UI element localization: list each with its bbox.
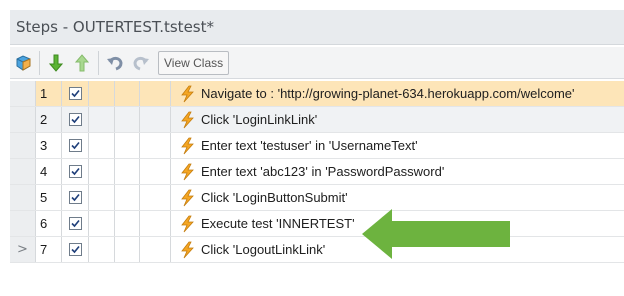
- empty-cell: [140, 159, 171, 184]
- steps-panel: Steps - OUTERTEST.tstest* View Class 1 N…: [0, 0, 624, 296]
- move-down-icon[interactable]: [43, 50, 69, 76]
- step-row[interactable]: 6 Execute test 'INNERTEST': [10, 211, 624, 237]
- step-description: Enter text 'abc123' in 'PasswordPassword…: [201, 164, 445, 179]
- empty-cell: [115, 159, 140, 184]
- step-description: Execute test 'INNERTEST': [201, 216, 355, 231]
- step-enabled-checkbox[interactable]: [68, 139, 82, 152]
- step-row[interactable]: >7 Click 'LogoutLinkLink': [10, 237, 624, 263]
- empty-cell: [115, 211, 140, 236]
- toolbar: View Class: [10, 47, 624, 79]
- step-description-cell[interactable]: Navigate to : 'http://growing-planet-634…: [171, 81, 624, 106]
- step-description-cell[interactable]: Enter text 'abc123' in 'PasswordPassword…: [171, 159, 624, 184]
- step-enabled-checkbox[interactable]: [68, 217, 82, 230]
- row-indicator[interactable]: [10, 159, 36, 184]
- step-enabled-checkbox[interactable]: [68, 113, 82, 126]
- step-number: 6: [36, 211, 62, 236]
- row-indicator[interactable]: [10, 211, 36, 236]
- cube-icon[interactable]: [10, 50, 36, 76]
- view-class-button[interactable]: View Class: [158, 50, 230, 75]
- step-enabled-checkbox[interactable]: [68, 87, 82, 100]
- empty-cell: [89, 185, 115, 210]
- step-description-cell[interactable]: Click 'LoginLinkLink': [171, 107, 624, 132]
- step-row[interactable]: 5 Click 'LoginButtonSubmit': [10, 185, 624, 211]
- empty-cell: [89, 159, 115, 184]
- step-description: Click 'LogoutLinkLink': [201, 242, 326, 257]
- row-indicator[interactable]: [10, 107, 36, 132]
- empty-cell: [89, 237, 115, 262]
- empty-cell: [89, 133, 115, 158]
- step-description-cell[interactable]: Enter text 'testuser' in 'UsernameText': [171, 133, 624, 158]
- step-description: Navigate to : 'http://growing-planet-634…: [201, 86, 575, 101]
- step-number: 4: [36, 159, 62, 184]
- row-indicator[interactable]: [10, 133, 36, 158]
- lightning-icon: [179, 215, 195, 233]
- empty-cell: [115, 133, 140, 158]
- lightning-icon: [179, 241, 195, 259]
- step-enabled-cell[interactable]: [62, 107, 89, 132]
- step-enabled-cell[interactable]: [62, 211, 89, 236]
- empty-cell: [140, 185, 171, 210]
- step-description: Click 'LoginLinkLink': [201, 112, 318, 127]
- empty-cell: [140, 107, 171, 132]
- step-enabled-cell[interactable]: [62, 133, 89, 158]
- row-indicator[interactable]: [10, 185, 36, 210]
- row-indicator[interactable]: [10, 81, 36, 106]
- empty-cell: [89, 211, 115, 236]
- move-up-icon[interactable]: [69, 50, 95, 76]
- empty-cell: [140, 211, 171, 236]
- panel-title: Steps - OUTERTEST.tstest*: [16, 18, 214, 36]
- step-row[interactable]: 1 Navigate to : 'http://growing-planet-63…: [10, 81, 624, 107]
- empty-cell: [140, 237, 171, 262]
- step-enabled-cell[interactable]: [62, 81, 89, 106]
- empty-cell: [89, 107, 115, 132]
- toolbar-separator: [39, 50, 40, 75]
- undo-icon[interactable]: [102, 50, 128, 76]
- empty-cell: [115, 107, 140, 132]
- green-arrow-annotation: [362, 209, 510, 259]
- step-enabled-cell[interactable]: [62, 237, 89, 262]
- step-enabled-cell[interactable]: [62, 185, 89, 210]
- toolbar-separator: [98, 50, 99, 75]
- empty-cell: [140, 81, 171, 106]
- lightning-icon: [179, 137, 195, 155]
- empty-cell: [89, 81, 115, 106]
- empty-cell: [140, 133, 171, 158]
- row-indicator[interactable]: >: [10, 237, 36, 262]
- step-enabled-cell[interactable]: [62, 159, 89, 184]
- step-description: Click 'LoginButtonSubmit': [201, 190, 348, 205]
- lightning-icon: [179, 189, 195, 207]
- step-row[interactable]: 2 Click 'LoginLinkLink': [10, 107, 624, 133]
- step-number: 3: [36, 133, 62, 158]
- lightning-icon: [179, 163, 195, 181]
- step-row[interactable]: 3 Enter text 'testuser' in 'UsernameText': [10, 133, 624, 159]
- empty-cell: [115, 81, 140, 106]
- panel-title-bar: Steps - OUTERTEST.tstest*: [10, 10, 624, 45]
- empty-cell: [115, 185, 140, 210]
- step-description: Enter text 'testuser' in 'UsernameText': [201, 138, 418, 153]
- step-enabled-checkbox[interactable]: [68, 243, 82, 256]
- lightning-icon: [179, 85, 195, 103]
- steps-grid: 1 Navigate to : 'http://growing-planet-63…: [10, 81, 624, 263]
- empty-cell: [115, 237, 140, 262]
- step-enabled-checkbox[interactable]: [68, 165, 82, 178]
- redo-icon[interactable]: [128, 50, 154, 76]
- step-number: 2: [36, 107, 62, 132]
- step-number: 7: [36, 237, 62, 262]
- step-enabled-checkbox[interactable]: [68, 191, 82, 204]
- step-number: 1: [36, 81, 62, 106]
- step-row[interactable]: 4 Enter text 'abc123' in 'PasswordPasswor…: [10, 159, 624, 185]
- step-number: 5: [36, 185, 62, 210]
- lightning-icon: [179, 111, 195, 129]
